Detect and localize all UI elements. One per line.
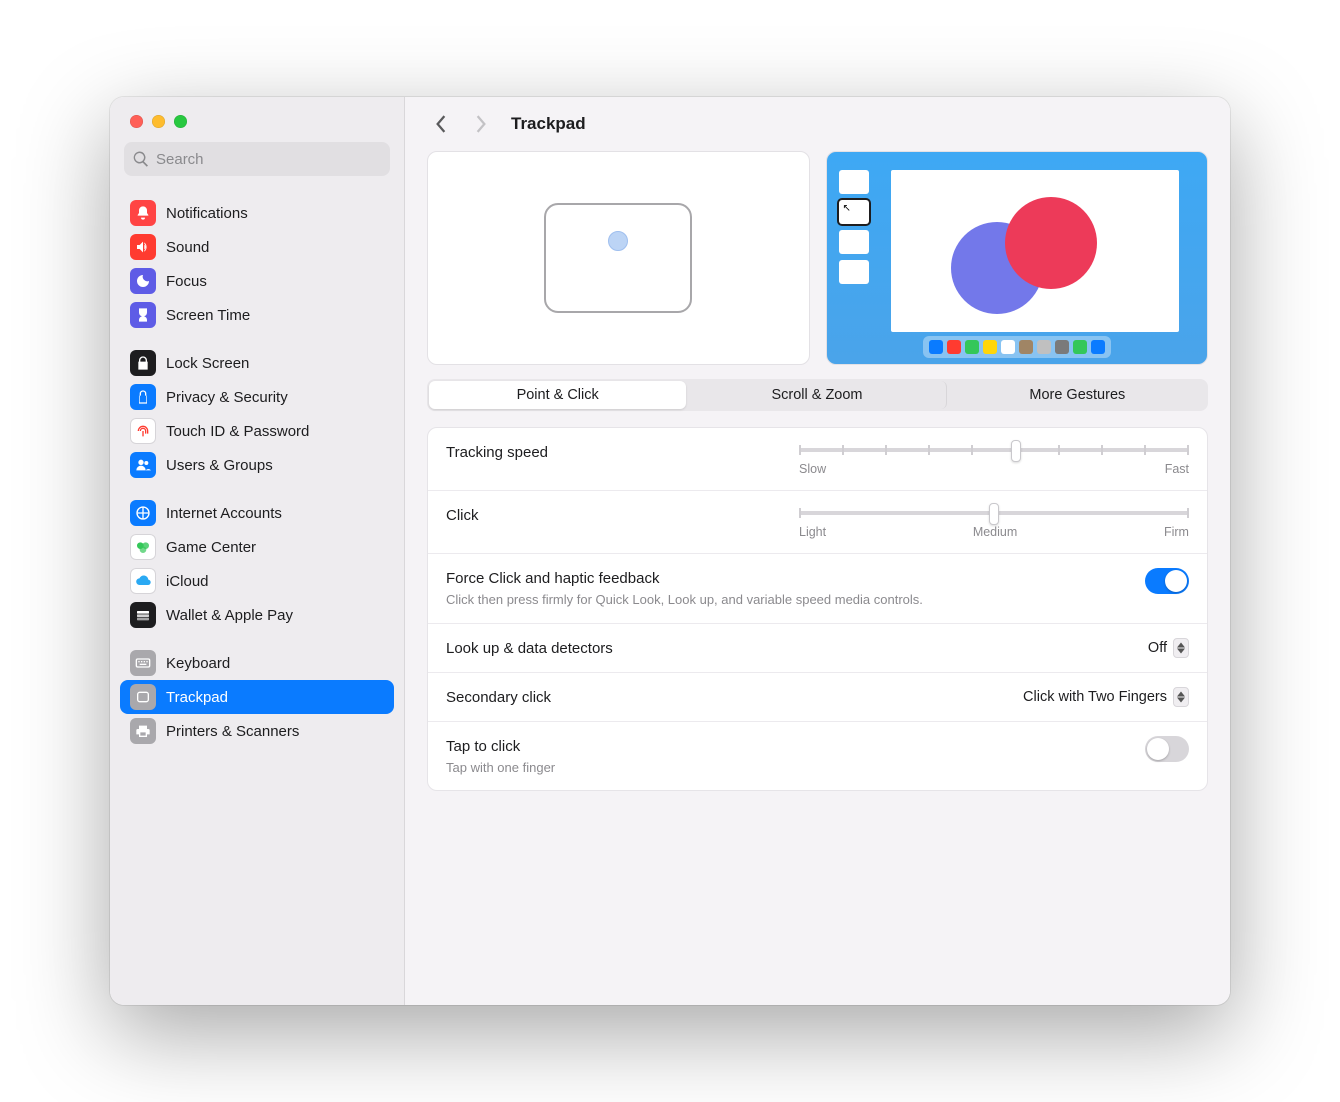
tracking-speed-slider[interactable]: Slow Fast: [799, 442, 1189, 476]
click-strength-slider[interactable]: LightMediumFirm: [799, 505, 1189, 539]
settings-panel: Tracking speed Slow Fast: [427, 427, 1208, 791]
tap-to-click-label: Tap to click: [446, 736, 555, 755]
internet-icon: [130, 500, 156, 526]
force-click-row: Force Click and haptic feedback Click th…: [428, 554, 1207, 624]
updown-icon: [1173, 687, 1189, 707]
chevron-left-icon: [434, 115, 448, 133]
preview-row: [427, 151, 1208, 365]
sidebar-item-label: Trackpad: [166, 689, 228, 706]
secondary-click-popup[interactable]: Click with Two Fingers: [1023, 687, 1189, 707]
topbar: Trackpad: [405, 97, 1230, 151]
main-pane: Trackpad: [405, 97, 1230, 1005]
lookup-popup[interactable]: Off: [1148, 638, 1189, 658]
trackpad-preview: [427, 151, 810, 365]
sidebar-item-internet[interactable]: Internet Accounts: [120, 496, 394, 530]
sidebar-item-label: Touch ID & Password: [166, 423, 309, 440]
focus-icon: [130, 268, 156, 294]
force-click-label: Force Click and haptic feedback: [446, 568, 923, 587]
close-window-button[interactable]: [130, 115, 143, 128]
click-strength-row: Click LightMediumFirm: [428, 491, 1207, 554]
sidebar-item-printers[interactable]: Printers & Scanners: [120, 714, 394, 748]
force-click-desc: Click then press firmly for Quick Look, …: [446, 591, 923, 609]
search-input[interactable]: [156, 151, 380, 168]
tab-scroll-zoom[interactable]: Scroll & Zoom: [688, 381, 946, 409]
tap-to-click-toggle[interactable]: [1145, 736, 1189, 762]
sound-icon: [130, 234, 156, 260]
updown-icon: [1173, 638, 1189, 658]
search-icon: [132, 150, 150, 168]
secondary-click-row: Secondary click Click with Two Fingers: [428, 673, 1207, 722]
sidebar-item-notifications[interactable]: Notifications: [120, 196, 394, 230]
sidebar-item-users[interactable]: Users & Groups: [120, 448, 394, 482]
sidebar-item-gamecenter[interactable]: Game Center: [120, 530, 394, 564]
sidebar-item-keyboard[interactable]: Keyboard: [120, 646, 394, 680]
tracking-speed-row: Tracking speed Slow Fast: [428, 428, 1207, 491]
window-controls: [110, 97, 404, 136]
trackpad-icon: [130, 684, 156, 710]
sidebar-item-label: Users & Groups: [166, 457, 273, 474]
sidebar-item-label: Sound: [166, 239, 209, 256]
page-title: Trackpad: [511, 114, 586, 134]
sidebar-item-label: Screen Time: [166, 307, 250, 324]
notifications-icon: [130, 200, 156, 226]
click-strength-label: Click: [446, 505, 479, 524]
sidebar-item-lockscreen[interactable]: Lock Screen: [120, 346, 394, 380]
search-field[interactable]: [124, 142, 390, 176]
nav-forward-button[interactable]: [467, 110, 495, 138]
sidebar-item-label: Lock Screen: [166, 355, 249, 372]
sidebar-item-label: Privacy & Security: [166, 389, 288, 406]
sidebar-item-label: Printers & Scanners: [166, 723, 299, 740]
lockscreen-icon: [130, 350, 156, 376]
gesture-preview: [826, 151, 1209, 365]
users-icon: [130, 452, 156, 478]
tap-to-click-desc: Tap with one finger: [446, 759, 555, 777]
sidebar-item-label: Game Center: [166, 539, 256, 556]
tracking-speed-min-label: Slow: [799, 462, 826, 476]
wallet-icon: [130, 602, 156, 628]
gamecenter-icon: [130, 534, 156, 560]
lookup-label: Look up & data detectors: [446, 638, 613, 657]
secondary-click-label: Secondary click: [446, 687, 551, 706]
nav-back-button[interactable]: [427, 110, 455, 138]
minimize-window-button[interactable]: [152, 115, 165, 128]
sidebar-item-label: Notifications: [166, 205, 248, 222]
trackpad-icon: [544, 203, 692, 313]
tracking-speed-max-label: Fast: [1165, 462, 1189, 476]
lookup-value: Off: [1148, 640, 1167, 656]
sidebar-item-label: Internet Accounts: [166, 505, 282, 522]
system-settings-window: Notifications Sound Focus Screen Time Lock S…: [110, 97, 1230, 1005]
tab-more-gestures[interactable]: More Gestures: [949, 381, 1206, 409]
secondary-click-value: Click with Two Fingers: [1023, 689, 1167, 705]
icloud-icon: [130, 568, 156, 594]
sidebar-item-wallet[interactable]: Wallet & Apple Pay: [120, 598, 394, 632]
keyboard-icon: [130, 650, 156, 676]
screentime-icon: [130, 302, 156, 328]
printers-icon: [130, 718, 156, 744]
sidebar-item-sound[interactable]: Sound: [120, 230, 394, 264]
privacy-icon: [130, 384, 156, 410]
sidebar-item-trackpad[interactable]: Trackpad: [120, 680, 394, 714]
sidebar: Notifications Sound Focus Screen Time Lock S…: [110, 97, 405, 1005]
sidebar-item-icloud[interactable]: iCloud: [120, 564, 394, 598]
force-click-toggle[interactable]: [1145, 568, 1189, 594]
sidebar-item-screentime[interactable]: Screen Time: [120, 298, 394, 332]
touchid-icon: [130, 418, 156, 444]
sidebar-item-touchid[interactable]: Touch ID & Password: [120, 414, 394, 448]
sidebar-item-label: Focus: [166, 273, 207, 290]
tap-to-click-row: Tap to click Tap with one finger: [428, 722, 1207, 791]
tab-point-click[interactable]: Point & Click: [429, 381, 686, 409]
sidebar-item-privacy[interactable]: Privacy & Security: [120, 380, 394, 414]
sidebar-item-focus[interactable]: Focus: [120, 264, 394, 298]
tracking-speed-label: Tracking speed: [446, 442, 548, 461]
sidebar-item-label: Wallet & Apple Pay: [166, 607, 293, 624]
lookup-row: Look up & data detectors Off: [428, 624, 1207, 673]
sidebar-item-label: Keyboard: [166, 655, 230, 672]
zoom-window-button[interactable]: [174, 115, 187, 128]
trackpad-tabs: Point & ClickScroll & ZoomMore Gestures: [427, 379, 1208, 411]
sidebar-item-label: iCloud: [166, 573, 209, 590]
chevron-right-icon: [474, 115, 488, 133]
